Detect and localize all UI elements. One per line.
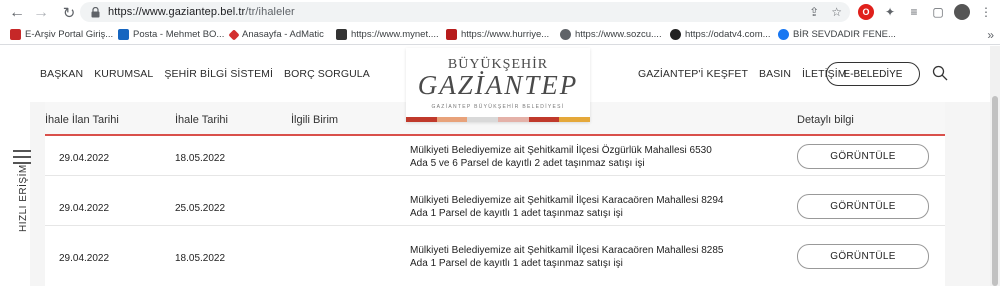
- bookmark-fenerbahce[interactable]: BİR SEVDADIR FENE...: [778, 29, 896, 40]
- bookmark-mynet[interactable]: https://www.mynet....: [336, 29, 439, 40]
- browser-toolbar: ← → ↻ https://www.gaziantep.bel.tr/tr/ih…: [0, 0, 1000, 25]
- facebook-favicon-icon: [778, 29, 789, 40]
- tenders-table: İhale İlan Tarihi İhale Tarihi İlgili Bi…: [45, 102, 945, 286]
- outlook-favicon-icon: [118, 29, 129, 40]
- cell-ilan-tarihi: 29.04.2022: [59, 253, 110, 264]
- description-line: Mülkiyeti Belediyemize ait Şehitkamil İl…: [410, 145, 712, 156]
- admatic-favicon-icon: [228, 28, 240, 41]
- col-ilgili-birim: İlgili Birim: [291, 114, 339, 126]
- col-ihale-tarihi: İhale Tarihi: [175, 114, 228, 126]
- bookmark-label: E-Arşiv Portal Giriş...: [25, 29, 114, 40]
- url-path: /tr/ihaleler: [245, 6, 295, 18]
- logo-main-text: GAZİANTEP: [417, 70, 579, 100]
- bookmark-label: Anasayfa - AdMatic: [242, 29, 324, 40]
- quick-access-sidebar[interactable]: HIZLI ERİŞİM: [0, 102, 31, 286]
- logo-sub-text: GAZİANTEP BÜYÜKŞEHİR BELEDİYESİ: [431, 104, 565, 110]
- lock-icon: [88, 5, 102, 19]
- bookmark-earsiv[interactable]: E-Arşiv Portal Giriş...: [10, 29, 113, 40]
- share-icon[interactable]: ⇪: [809, 5, 819, 19]
- main-nav-right: GAZİANTEP'İ KEŞFET BASIN İLETİŞİM: [638, 68, 847, 80]
- bookmark-label: https://www.mynet....: [351, 29, 439, 40]
- description-line: Ada 1 Parsel de kayıtlı 1 adet taşınmaz …: [410, 208, 623, 219]
- media-icon[interactable]: ≡: [906, 5, 922, 19]
- description-line: Ada 1 Parsel de kayıtlı 1 adet taşınmaz …: [410, 258, 623, 269]
- bookmark-hurriyet[interactable]: https://www.hurriye...: [446, 29, 549, 40]
- odatv-favicon-icon: [670, 29, 681, 40]
- gaziantep-logo[interactable]: BÜYÜKŞEHİR GAZİANTEP GAZİANTEP BÜYÜKŞEHİ…: [406, 48, 590, 122]
- bookmark-label: https://www.hurriye...: [461, 29, 550, 40]
- mynet-favicon-icon: [336, 29, 347, 40]
- more-bookmarks-icon[interactable]: »: [987, 28, 994, 42]
- bookmarks-bar: E-Arşiv Portal Giriş... Posta - Mehmet B…: [0, 25, 1000, 45]
- nav-borc-sorgula[interactable]: BORÇ SORGULA: [284, 68, 370, 80]
- bookmark-sozcu[interactable]: https://www.sozcu....: [560, 29, 662, 40]
- page-viewport: BAŞKAN KURUMSAL ŞEHİR BİLGİ SİSTEMİ BORÇ…: [0, 46, 990, 286]
- view-button[interactable]: GÖRÜNTÜLE: [797, 144, 929, 169]
- bookmark-posta[interactable]: Posta - Mehmet BO...: [118, 29, 224, 40]
- url-text: https://www.gaziantep.bel.tr/tr/ihaleler: [108, 6, 295, 18]
- search-icon[interactable]: [932, 65, 948, 81]
- bookmark-admatic[interactable]: Anasayfa - AdMatic: [228, 28, 324, 41]
- table-row: 29.04.2022 18.05.2022 Mülkiyeti Belediye…: [45, 238, 945, 276]
- e-belediye-button[interactable]: E-BELEDİYE: [826, 62, 920, 86]
- cell-ihale-tarihi: 18.05.2022: [175, 153, 226, 164]
- cell-ihale-tarihi: 25.05.2022: [175, 203, 226, 214]
- url-host: https://www.gaziantep.bel.tr: [108, 6, 246, 18]
- earsiv-favicon-icon: [10, 29, 21, 40]
- table-row: 29.04.2022 25.05.2022 Mülkiyeti Belediye…: [45, 188, 945, 226]
- sidepanel-icon[interactable]: ▢: [930, 5, 946, 19]
- puzzle-icon[interactable]: ✦: [882, 5, 898, 19]
- cell-ilan-tarihi: 29.04.2022: [59, 203, 110, 214]
- cell-description: Mülkiyeti Belediyemize ait Şehitkamil İl…: [410, 144, 770, 170]
- scrollbar-thumb[interactable]: [992, 96, 998, 286]
- col-ilan-tarihi: İhale İlan Tarihi: [45, 114, 119, 126]
- opera-extension-icon[interactable]: O: [858, 4, 874, 20]
- reload-icon[interactable]: ↻: [58, 2, 80, 24]
- wordpress-favicon-icon: [560, 29, 571, 40]
- cell-description: Mülkiyeti Belediyemize ait Şehitkamil İl…: [410, 194, 770, 220]
- main-nav-left: BAŞKAN KURUMSAL ŞEHİR BİLGİ SİSTEMİ BORÇ…: [40, 68, 370, 80]
- page-scrollbar[interactable]: [990, 46, 1000, 286]
- back-arrow-icon[interactable]: ←: [6, 2, 28, 24]
- logo-color-strip: [406, 117, 591, 122]
- address-bar[interactable]: https://www.gaziantep.bel.tr/tr/ihaleler…: [80, 2, 850, 22]
- bookmark-odatv[interactable]: https://odatv4.com...: [670, 29, 771, 40]
- hurriyet-favicon-icon: [446, 29, 457, 40]
- nav-basin[interactable]: BASIN: [759, 68, 791, 80]
- nav-kurumsal[interactable]: KURUMSAL: [94, 68, 153, 80]
- cell-ihale-tarihi: 18.05.2022: [175, 253, 226, 264]
- table-row: 29.04.2022 18.05.2022 Mülkiyeti Belediye…: [45, 138, 945, 176]
- nav-gaziantepi-kesfet[interactable]: GAZİANTEP'İ KEŞFET: [638, 68, 748, 80]
- bookmark-label: BİR SEVDADIR FENE...: [793, 29, 896, 40]
- description-line: Mülkiyeti Belediyemize ait Şehitkamil İl…: [410, 245, 724, 256]
- bookmark-label: Posta - Mehmet BO...: [133, 29, 225, 40]
- forward-arrow-icon[interactable]: →: [30, 2, 52, 24]
- star-icon[interactable]: ☆: [831, 5, 842, 19]
- description-line: Ada 5 ve 6 Parsel de kayıtlı 2 adet taşı…: [410, 158, 645, 169]
- description-line: Mülkiyeti Belediyemize ait Şehitkamil İl…: [410, 195, 724, 206]
- profile-avatar[interactable]: [954, 4, 970, 20]
- menu-icon[interactable]: ⋮: [978, 5, 994, 19]
- bookmark-label: https://www.sozcu....: [575, 29, 662, 40]
- bookmark-label: https://odatv4.com...: [685, 29, 771, 40]
- nav-sehir-bilgi-sistemi[interactable]: ŞEHİR BİLGİ SİSTEMİ: [164, 68, 273, 80]
- cell-description: Mülkiyeti Belediyemize ait Şehitkamil İl…: [410, 244, 770, 270]
- quick-access-label: HIZLI ERİŞİM: [18, 164, 29, 232]
- col-detayli-bilgi: Detaylı bilgi: [797, 114, 854, 126]
- view-button[interactable]: GÖRÜNTÜLE: [797, 244, 929, 269]
- cell-ilan-tarihi: 29.04.2022: [59, 153, 110, 164]
- nav-baskan[interactable]: BAŞKAN: [40, 68, 83, 80]
- view-button[interactable]: GÖRÜNTÜLE: [797, 194, 929, 219]
